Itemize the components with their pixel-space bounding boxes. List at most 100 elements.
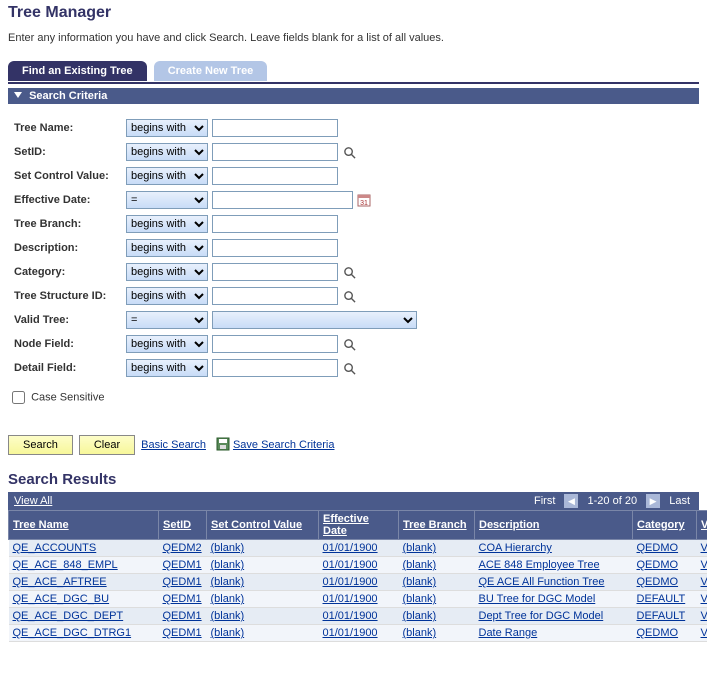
cell-link[interactable]: (blank)	[403, 627, 437, 639]
cell-link[interactable]: Valid Tree	[701, 576, 707, 588]
cell-link[interactable]: QEDM1	[163, 610, 202, 622]
operator-select[interactable]: begins with	[126, 335, 208, 353]
basic-search-link[interactable]: Basic Search	[141, 439, 206, 451]
value-input[interactable]	[212, 119, 338, 137]
value-input[interactable]	[212, 359, 338, 377]
table-cell: Date Range	[475, 625, 633, 642]
search-button[interactable]: Search	[8, 435, 73, 455]
last-link[interactable]: Last	[669, 495, 690, 507]
cell-link[interactable]: (blank)	[403, 576, 437, 588]
lookup-icon[interactable]	[342, 289, 356, 303]
column-header[interactable]: Description	[475, 511, 633, 540]
cell-link[interactable]: QE ACE All Function Tree	[479, 576, 605, 588]
criteria-row: Detail Field:begins with	[14, 358, 699, 378]
cell-link[interactable]: (blank)	[211, 593, 245, 605]
operator-select[interactable]: begins with	[126, 359, 208, 377]
column-header[interactable]: Category	[633, 511, 697, 540]
column-header[interactable]: Set Control Value	[207, 511, 319, 540]
tab-create-new[interactable]: Create New Tree	[154, 61, 268, 81]
cell-link[interactable]: QE_ACE_AFTREE	[13, 576, 107, 588]
cell-link[interactable]: QEDM1	[163, 627, 202, 639]
cell-link[interactable]: (blank)	[403, 593, 437, 605]
cell-link[interactable]: (blank)	[403, 542, 437, 554]
cell-link[interactable]: Valid Tree	[701, 627, 707, 639]
cell-link[interactable]: ACE 848 Employee Tree	[479, 559, 600, 571]
cell-link[interactable]: QE_ACE_848_EMPL	[13, 559, 118, 571]
cell-link[interactable]: Dept Tree for DGC Model	[479, 610, 604, 622]
operator-select[interactable]: begins with	[126, 239, 208, 257]
cell-link[interactable]: Valid Tree	[701, 593, 707, 605]
cell-link[interactable]: QEDM2	[163, 542, 202, 554]
column-header[interactable]: Valid Tree	[697, 511, 707, 540]
operator-select[interactable]: begins with	[126, 287, 208, 305]
value-select[interactable]	[212, 311, 417, 329]
criteria-label: SetID:	[14, 146, 126, 158]
cell-link[interactable]: 01/01/1900	[323, 627, 378, 639]
clear-button[interactable]: Clear	[79, 435, 135, 455]
cell-link[interactable]: Valid Tree	[701, 610, 707, 622]
next-icon[interactable]: ▶	[646, 494, 660, 508]
operator-select[interactable]: =	[126, 311, 208, 329]
lookup-icon[interactable]	[342, 265, 356, 279]
lookup-icon[interactable]	[342, 145, 356, 159]
cell-link[interactable]: Valid Tree	[701, 559, 707, 571]
column-header[interactable]: Tree Branch	[399, 511, 475, 540]
cell-link[interactable]: 01/01/1900	[323, 542, 378, 554]
calendar-icon[interactable]: 31	[357, 193, 371, 207]
cell-link[interactable]: (blank)	[211, 610, 245, 622]
cell-link[interactable]: QEDMO	[637, 559, 679, 571]
save-search-criteria-link[interactable]: Save Search Criteria	[233, 439, 335, 451]
cell-link[interactable]: DEFAULT	[637, 593, 686, 605]
operator-select[interactable]: begins with	[126, 167, 208, 185]
cell-link[interactable]: Date Range	[479, 627, 538, 639]
cell-link[interactable]: QEDM1	[163, 593, 202, 605]
value-input[interactable]	[212, 239, 338, 257]
first-link[interactable]: First	[534, 495, 555, 507]
cell-link[interactable]: QE_ACE_DGC_DTRG1	[13, 627, 132, 639]
cell-link[interactable]: Valid Tree	[701, 542, 707, 554]
cell-link[interactable]: QEDMO	[637, 576, 679, 588]
column-header[interactable]: Effective Date	[319, 511, 399, 540]
value-input[interactable]	[212, 167, 338, 185]
cell-link[interactable]: (blank)	[211, 576, 245, 588]
value-input[interactable]	[212, 287, 338, 305]
operator-select[interactable]: begins with	[126, 119, 208, 137]
lookup-icon[interactable]	[342, 361, 356, 375]
cell-link[interactable]: 01/01/1900	[323, 593, 378, 605]
cell-link[interactable]: DEFAULT	[637, 610, 686, 622]
view-all-link[interactable]: View All	[14, 495, 52, 507]
prev-icon[interactable]: ◀	[564, 494, 578, 508]
case-sensitive-checkbox[interactable]	[12, 391, 25, 404]
value-input[interactable]	[212, 143, 338, 161]
operator-select[interactable]: =	[126, 191, 208, 209]
cell-link[interactable]: (blank)	[211, 627, 245, 639]
column-header[interactable]: Tree Name	[9, 511, 159, 540]
cell-link[interactable]: QE_ACE_DGC_BU	[13, 593, 110, 605]
value-input[interactable]	[212, 263, 338, 281]
cell-link[interactable]: QE_ACCOUNTS	[13, 542, 97, 554]
cell-link[interactable]: 01/01/1900	[323, 576, 378, 588]
cell-link[interactable]: QEDM1	[163, 576, 202, 588]
cell-link[interactable]: BU Tree for DGC Model	[479, 593, 596, 605]
cell-link[interactable]: QEDMO	[637, 542, 679, 554]
lookup-icon[interactable]	[342, 337, 356, 351]
cell-link[interactable]: QEDM1	[163, 559, 202, 571]
search-criteria-header[interactable]: Search Criteria	[8, 88, 699, 104]
operator-select[interactable]: begins with	[126, 263, 208, 281]
cell-link[interactable]: (blank)	[211, 542, 245, 554]
tab-find-existing[interactable]: Find an Existing Tree	[8, 61, 147, 81]
value-input[interactable]	[212, 191, 353, 209]
operator-select[interactable]: begins with	[126, 215, 208, 233]
cell-link[interactable]: (blank)	[403, 559, 437, 571]
cell-link[interactable]: COA Hierarchy	[479, 542, 552, 554]
cell-link[interactable]: 01/01/1900	[323, 610, 378, 622]
cell-link[interactable]: QE_ACE_DGC_DEPT	[13, 610, 124, 622]
cell-link[interactable]: QEDMO	[637, 627, 679, 639]
operator-select[interactable]: begins with	[126, 143, 208, 161]
cell-link[interactable]: (blank)	[211, 559, 245, 571]
cell-link[interactable]: (blank)	[403, 610, 437, 622]
column-header[interactable]: SetID	[159, 511, 207, 540]
cell-link[interactable]: 01/01/1900	[323, 559, 378, 571]
value-input[interactable]	[212, 215, 338, 233]
value-input[interactable]	[212, 335, 338, 353]
